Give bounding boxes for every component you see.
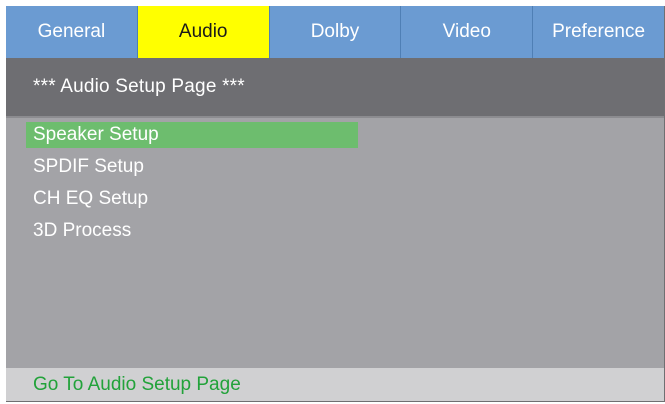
tab-video[interactable]: Video (401, 6, 534, 58)
title-divider (6, 116, 664, 118)
tab-bar: General Audio Dolby Video Preference (6, 6, 664, 58)
tab-audio[interactable]: Audio (137, 6, 270, 58)
status-text: Go To Audio Setup Page (33, 373, 241, 395)
page-title: *** Audio Setup Page *** (33, 76, 245, 97)
tab-general[interactable]: General (6, 6, 138, 58)
menu-item-spdif-setup[interactable]: SPDIF Setup (26, 154, 358, 180)
page-title-bar: *** Audio Setup Page *** (6, 58, 664, 116)
audio-setup-menu: Speaker Setup SPDIF Setup CH EQ Setup 3D… (26, 122, 426, 250)
status-bar: Go To Audio Setup Page (6, 368, 664, 401)
menu-item-3d-process[interactable]: 3D Process (26, 218, 358, 244)
setup-menu-screen: General Audio Dolby Video Preference ***… (6, 6, 665, 402)
tab-preference[interactable]: Preference (533, 6, 664, 58)
tab-dolby[interactable]: Dolby (269, 6, 402, 58)
menu-item-ch-eq-setup[interactable]: CH EQ Setup (26, 186, 358, 212)
menu-item-speaker-setup[interactable]: Speaker Setup (26, 122, 358, 148)
